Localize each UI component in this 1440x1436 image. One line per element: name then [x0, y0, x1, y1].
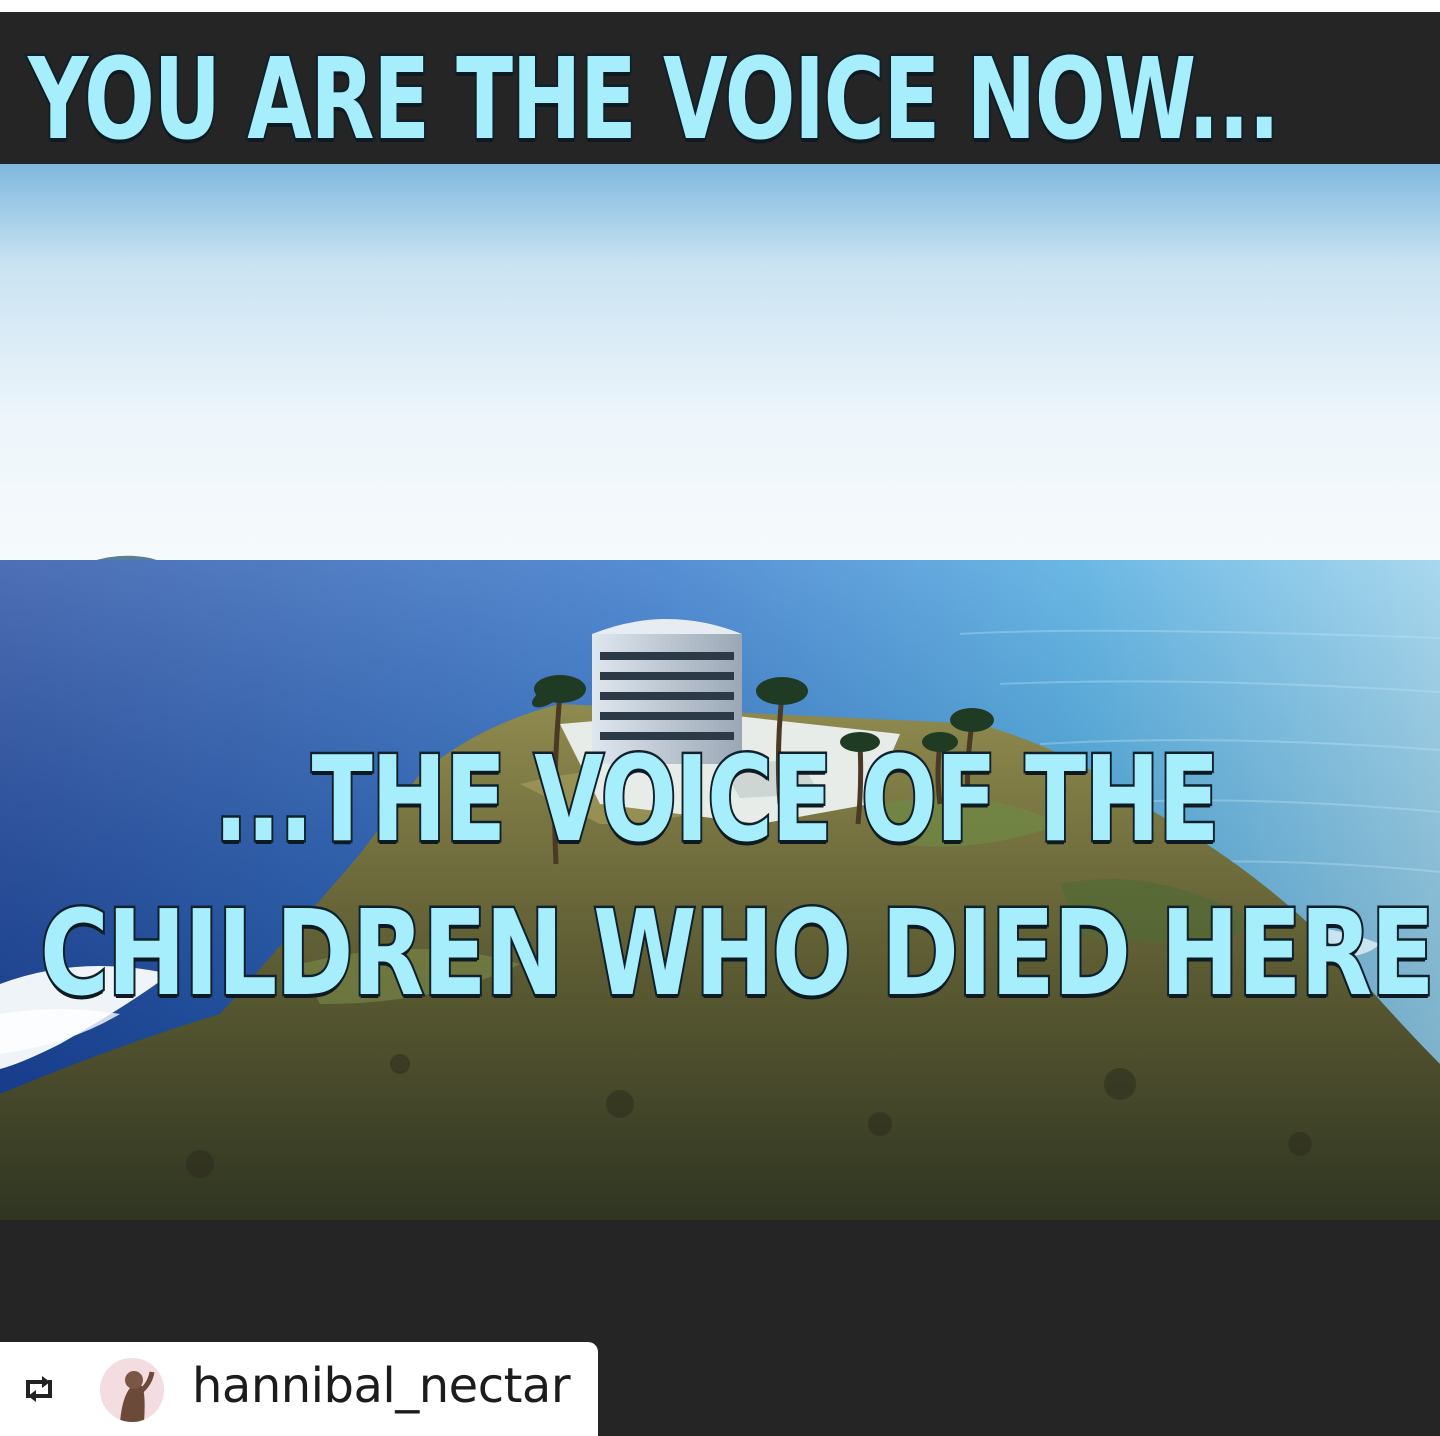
meme-middle-text: ...THE VOICE OF THE: [212, 730, 1221, 868]
post-frame: YOU ARE THE VOICE NOW... ...THE VOICE OF…: [0, 0, 1440, 1436]
user-avatar[interactable]: [100, 1358, 164, 1422]
repost-icon: [20, 1372, 58, 1406]
meme-top-text: YOU ARE THE VOICE NOW...: [26, 35, 1282, 165]
post-image: YOU ARE THE VOICE NOW... ...THE VOICE OF…: [0, 12, 1440, 1436]
meme-bottom-text: CHILDREN WHO DIED HERE: [38, 884, 1437, 1022]
repost-username[interactable]: hannibal_nectar: [192, 1356, 571, 1416]
repost-attribution: hannibal_nectar: [0, 1342, 598, 1436]
island-photo: [0, 164, 1440, 1220]
